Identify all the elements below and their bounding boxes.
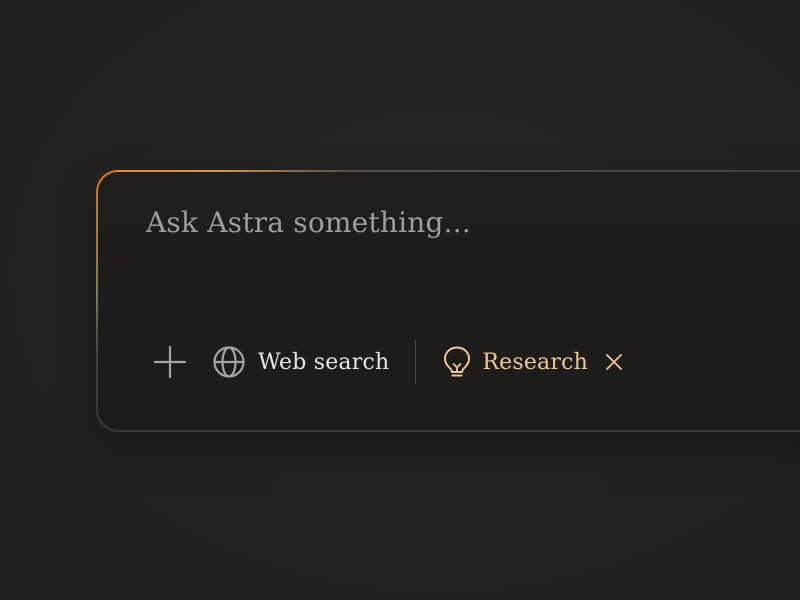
globe-icon <box>213 346 245 378</box>
composer-toolbar: Web search Research <box>150 340 626 384</box>
web-search-button[interactable]: Web search <box>212 340 389 384</box>
plus-icon <box>153 345 187 379</box>
chat-composer: Web search Research <box>98 172 800 430</box>
composer-glow-border: Web search Research <box>96 170 800 432</box>
web-search-label: Web search <box>258 349 390 375</box>
lightbulb-icon <box>444 346 471 377</box>
add-attachment-button[interactable] <box>150 342 190 382</box>
app-canvas: Web search Research <box>0 0 800 600</box>
close-icon <box>606 354 622 370</box>
research-label: Research <box>482 349 588 375</box>
toolbar-divider <box>415 340 417 384</box>
prompt-input[interactable] <box>146 206 746 239</box>
research-mode-chip[interactable]: Research <box>442 340 626 384</box>
remove-research-button[interactable] <box>602 350 626 374</box>
